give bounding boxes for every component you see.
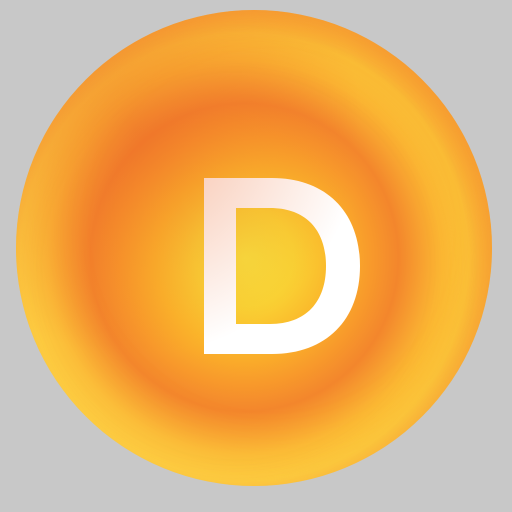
letter-d-icon bbox=[204, 178, 360, 354]
screen bbox=[0, 0, 512, 512]
d-logo-icon[interactable] bbox=[16, 10, 492, 486]
